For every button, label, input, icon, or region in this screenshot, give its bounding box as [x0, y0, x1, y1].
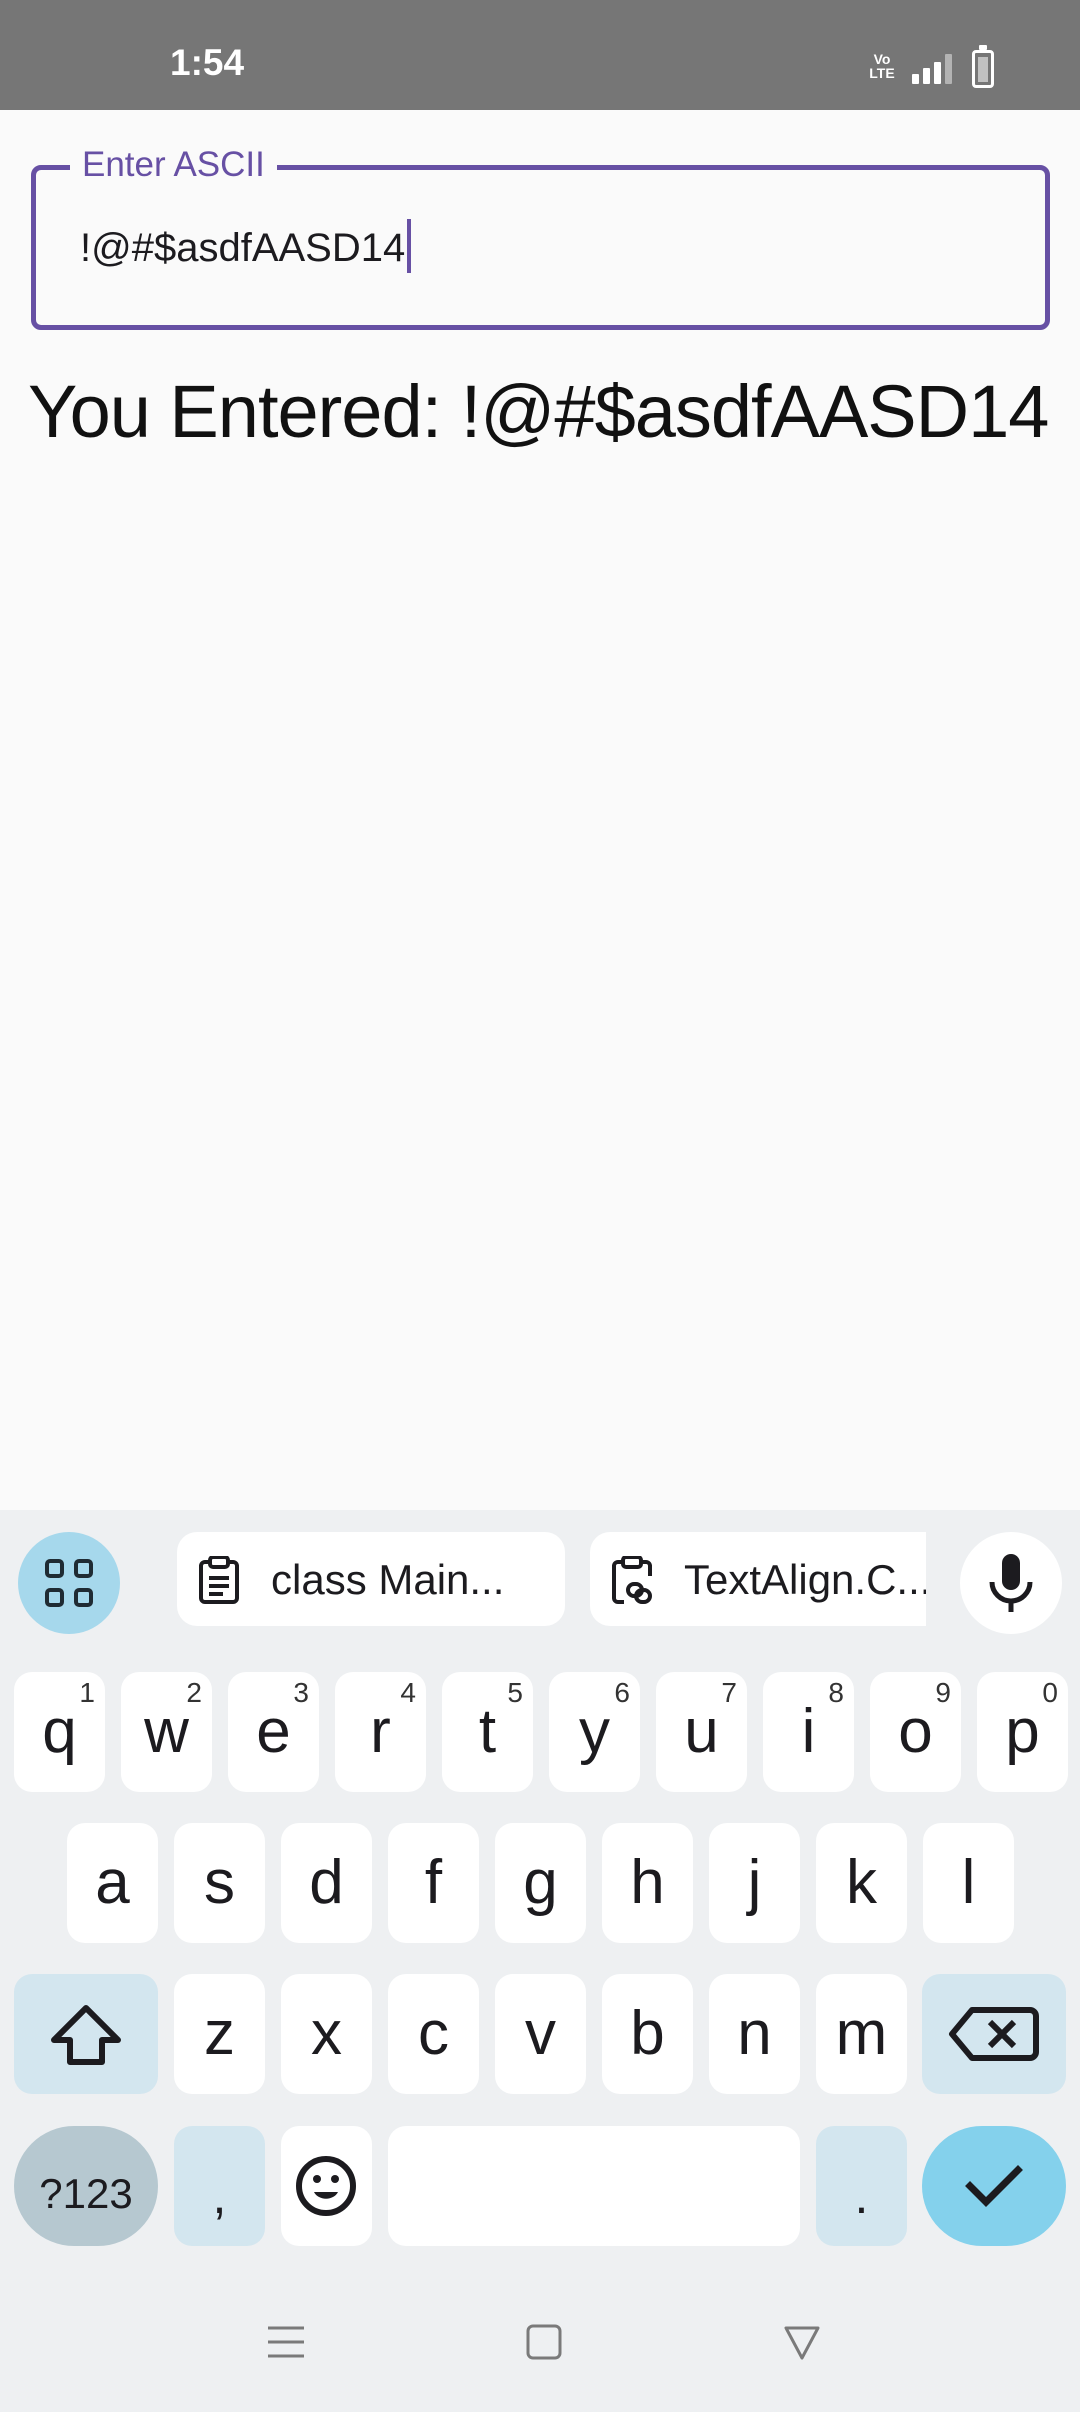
- key-h[interactable]: h: [602, 1823, 693, 1943]
- space-key[interactable]: [388, 2126, 800, 2246]
- enter-key[interactable]: [922, 2126, 1066, 2246]
- check-icon: [965, 2165, 1023, 2207]
- key-b[interactable]: b: [602, 1974, 693, 2094]
- key-d[interactable]: d: [281, 1823, 372, 1943]
- entered-output-text: You Entered: !@#$asdfAASD14: [28, 370, 1049, 453]
- key-y[interactable]: y6: [549, 1672, 640, 1792]
- backspace-icon: [949, 2007, 1039, 2061]
- key-p[interactable]: p0: [977, 1672, 1068, 1792]
- shift-icon: [51, 2005, 121, 2065]
- soft-keyboard: class Main... TextAlign.C...: [0, 1510, 1080, 2412]
- emoji-key[interactable]: [281, 2126, 372, 2246]
- clipboard-link-icon: [612, 1556, 652, 1604]
- clipboard-chip-text: class Main...: [271, 1556, 505, 1603]
- key-k[interactable]: k: [816, 1823, 907, 1943]
- key-g[interactable]: g: [495, 1823, 586, 1943]
- key-n[interactable]: n: [709, 1974, 800, 2094]
- key-u[interactable]: u7: [656, 1672, 747, 1792]
- key-a[interactable]: a: [67, 1823, 158, 1943]
- text-cursor: [407, 219, 412, 274]
- key-c[interactable]: c: [388, 1974, 479, 2094]
- key-w[interactable]: w2: [121, 1672, 212, 1792]
- period-key[interactable]: .: [816, 2126, 907, 2246]
- status-time: 1:54: [170, 42, 245, 83]
- volte-icon: Vo LTE: [869, 51, 895, 81]
- key-t[interactable]: t5: [442, 1672, 533, 1792]
- key-i[interactable]: i8: [763, 1672, 854, 1792]
- emoji-icon: [296, 2156, 356, 2216]
- clipboard-icon: [199, 1556, 239, 1604]
- home-square-icon[interactable]: [524, 2322, 564, 2362]
- key-j[interactable]: j: [709, 1823, 800, 1943]
- signal-icon: [912, 54, 952, 84]
- key-v[interactable]: v: [495, 1974, 586, 2094]
- back-triangle-icon[interactable]: [782, 2322, 822, 2362]
- key-e[interactable]: e3: [228, 1672, 319, 1792]
- clipboard-chip-2[interactable]: TextAlign.C...: [590, 1532, 926, 1626]
- status-icons: Vo LTE: [868, 45, 1008, 90]
- key-l[interactable]: l: [923, 1823, 1014, 1943]
- input-value[interactable]: !@#$asdfAASD14: [80, 226, 405, 270]
- key-s[interactable]: s: [174, 1823, 265, 1943]
- comma-key[interactable]: ,: [174, 2126, 265, 2246]
- voice-input-button[interactable]: [960, 1532, 1062, 1634]
- key-r[interactable]: r4: [335, 1672, 426, 1792]
- microphone-icon: [989, 1554, 1033, 1612]
- battery-charging-icon: [972, 45, 994, 88]
- key-z[interactable]: z: [174, 1974, 265, 2094]
- clipboard-chip-1[interactable]: class Main...: [177, 1532, 565, 1626]
- input-label: Enter ASCII: [70, 145, 277, 185]
- apps-grid-icon: [45, 1559, 93, 1607]
- menu-icon[interactable]: [266, 2322, 306, 2362]
- key-x[interactable]: x: [281, 1974, 372, 2094]
- backspace-key[interactable]: [922, 1974, 1066, 2094]
- ascii-input-field[interactable]: Enter ASCII !@#$asdfAASD14: [31, 145, 1050, 330]
- key-q[interactable]: q1: [14, 1672, 105, 1792]
- symbols-key[interactable]: ?123: [14, 2126, 158, 2246]
- shift-key[interactable]: [14, 1974, 158, 2094]
- keyboard-apps-button[interactable]: [18, 1532, 120, 1634]
- navigation-bar: [0, 2280, 1080, 2412]
- keyboard-toolbar: class Main... TextAlign.C...: [0, 1510, 1080, 1650]
- key-o[interactable]: o9: [870, 1672, 961, 1792]
- key-m[interactable]: m: [816, 1974, 907, 2094]
- key-f[interactable]: f: [388, 1823, 479, 1943]
- status-bar: 1:54 Vo LTE: [0, 0, 1080, 110]
- input-value-row[interactable]: !@#$asdfAASD14: [80, 219, 412, 274]
- clipboard-chip-text: TextAlign.C...: [684, 1556, 926, 1603]
